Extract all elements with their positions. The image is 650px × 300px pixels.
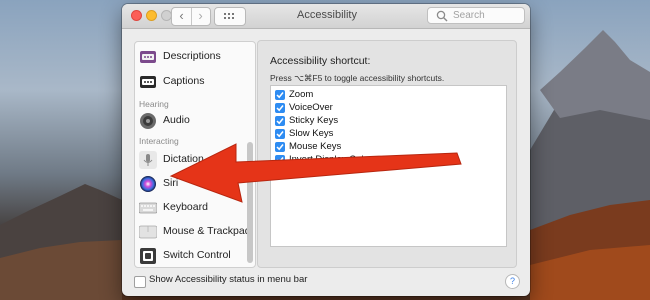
content-panel: Accessibility shortcut: Press ⌥⌘F5 to to…: [257, 40, 517, 268]
switch-control-icon: [140, 248, 156, 264]
checkbox[interactable]: [275, 142, 285, 152]
status-menu-label: Show Accessibility status in menu bar: [149, 274, 308, 285]
sidebar-item-label: Captions: [163, 75, 205, 87]
sidebar-item-label: Mouse & Trackpad: [163, 225, 251, 237]
sidebar-item-captions[interactable]: Captions: [135, 72, 245, 92]
checkmark-icon: [276, 131, 284, 138]
microphone-icon: [139, 151, 157, 169]
checkbox[interactable]: [275, 90, 285, 100]
shortcut-hint: Press ⌥⌘F5 to toggle accessibility short…: [270, 73, 445, 83]
descriptions-icon: [140, 51, 156, 63]
shortcut-options-list: Zoom VoiceOver Sticky Keys Slow Keys Mou…: [270, 85, 507, 247]
checkmark-icon: [276, 118, 284, 125]
option-label: Sticky Keys: [289, 115, 339, 126]
captions-icon: [140, 76, 156, 88]
help-button[interactable]: ?: [505, 274, 520, 289]
sidebar-scrollbar[interactable]: [247, 142, 253, 263]
sidebar-item-label: Dictation: [163, 153, 204, 165]
speaker-icon: [140, 113, 156, 129]
nav-buttons: ‹ ›: [171, 7, 211, 26]
checkmark-icon: [276, 105, 284, 112]
sidebar-item-label: Audio: [163, 114, 190, 126]
search-placeholder: Search: [453, 10, 485, 21]
sidebar-item-dictation[interactable]: Dictation: [135, 150, 245, 170]
checkbox[interactable]: [275, 129, 285, 139]
minimize-button[interactable]: [146, 10, 157, 21]
sidebar-item-mouse-trackpad[interactable]: Mouse & Trackpad: [135, 222, 251, 242]
sidebar-item-label: Switch Control: [163, 249, 231, 261]
checkmark-icon: [276, 92, 284, 99]
option-label: Invert Display Color: [289, 154, 372, 165]
option-label: Mouse Keys: [289, 141, 342, 152]
checkmark-icon: [276, 144, 284, 151]
option-label: Zoom: [289, 89, 314, 100]
forward-button[interactable]: ›: [191, 8, 210, 25]
back-button[interactable]: ‹: [172, 8, 192, 25]
sidebar-item-label: Descriptions: [163, 50, 221, 62]
search-icon: [436, 10, 448, 22]
accessibility-window: ‹ › Accessibility Search Descriptions Ca…: [122, 4, 530, 296]
title-bar: ‹ › Accessibility Search: [122, 4, 530, 29]
sidebar-item-label: Siri: [163, 177, 179, 189]
sidebar-item-descriptions[interactable]: Descriptions: [135, 47, 245, 67]
sidebar-header-interacting: Interacting: [139, 136, 179, 146]
checkbox[interactable]: [275, 103, 285, 113]
sidebar-item-switch-control[interactable]: Switch Control: [135, 246, 245, 266]
close-button[interactable]: [131, 10, 142, 21]
checkbox[interactable]: [275, 155, 285, 165]
shortcut-title: Accessibility shortcut:: [270, 55, 371, 67]
checkbox[interactable]: [275, 116, 285, 126]
window-title: Accessibility: [297, 9, 357, 21]
option-label: VoiceOver: [289, 102, 333, 113]
option-label: Slow Keys: [289, 128, 334, 139]
sidebar-item-label: Keyboard: [163, 201, 208, 213]
search-field[interactable]: Search: [427, 7, 525, 24]
sidebar-item-audio[interactable]: Audio: [135, 111, 245, 131]
sidebar: Descriptions Captions Hearing Audio Inte…: [134, 41, 256, 268]
sidebar-item-siri[interactable]: Siri: [135, 174, 245, 194]
mouse-icon: [139, 225, 157, 239]
siri-icon: [140, 176, 156, 192]
status-menu-checkbox[interactable]: [134, 276, 146, 288]
show-all-button[interactable]: [214, 7, 246, 26]
sidebar-header-hearing: Hearing: [139, 99, 169, 109]
sidebar-item-keyboard[interactable]: Keyboard: [135, 198, 245, 218]
checkmark-icon: [276, 157, 284, 164]
keyboard-icon: [139, 202, 157, 214]
